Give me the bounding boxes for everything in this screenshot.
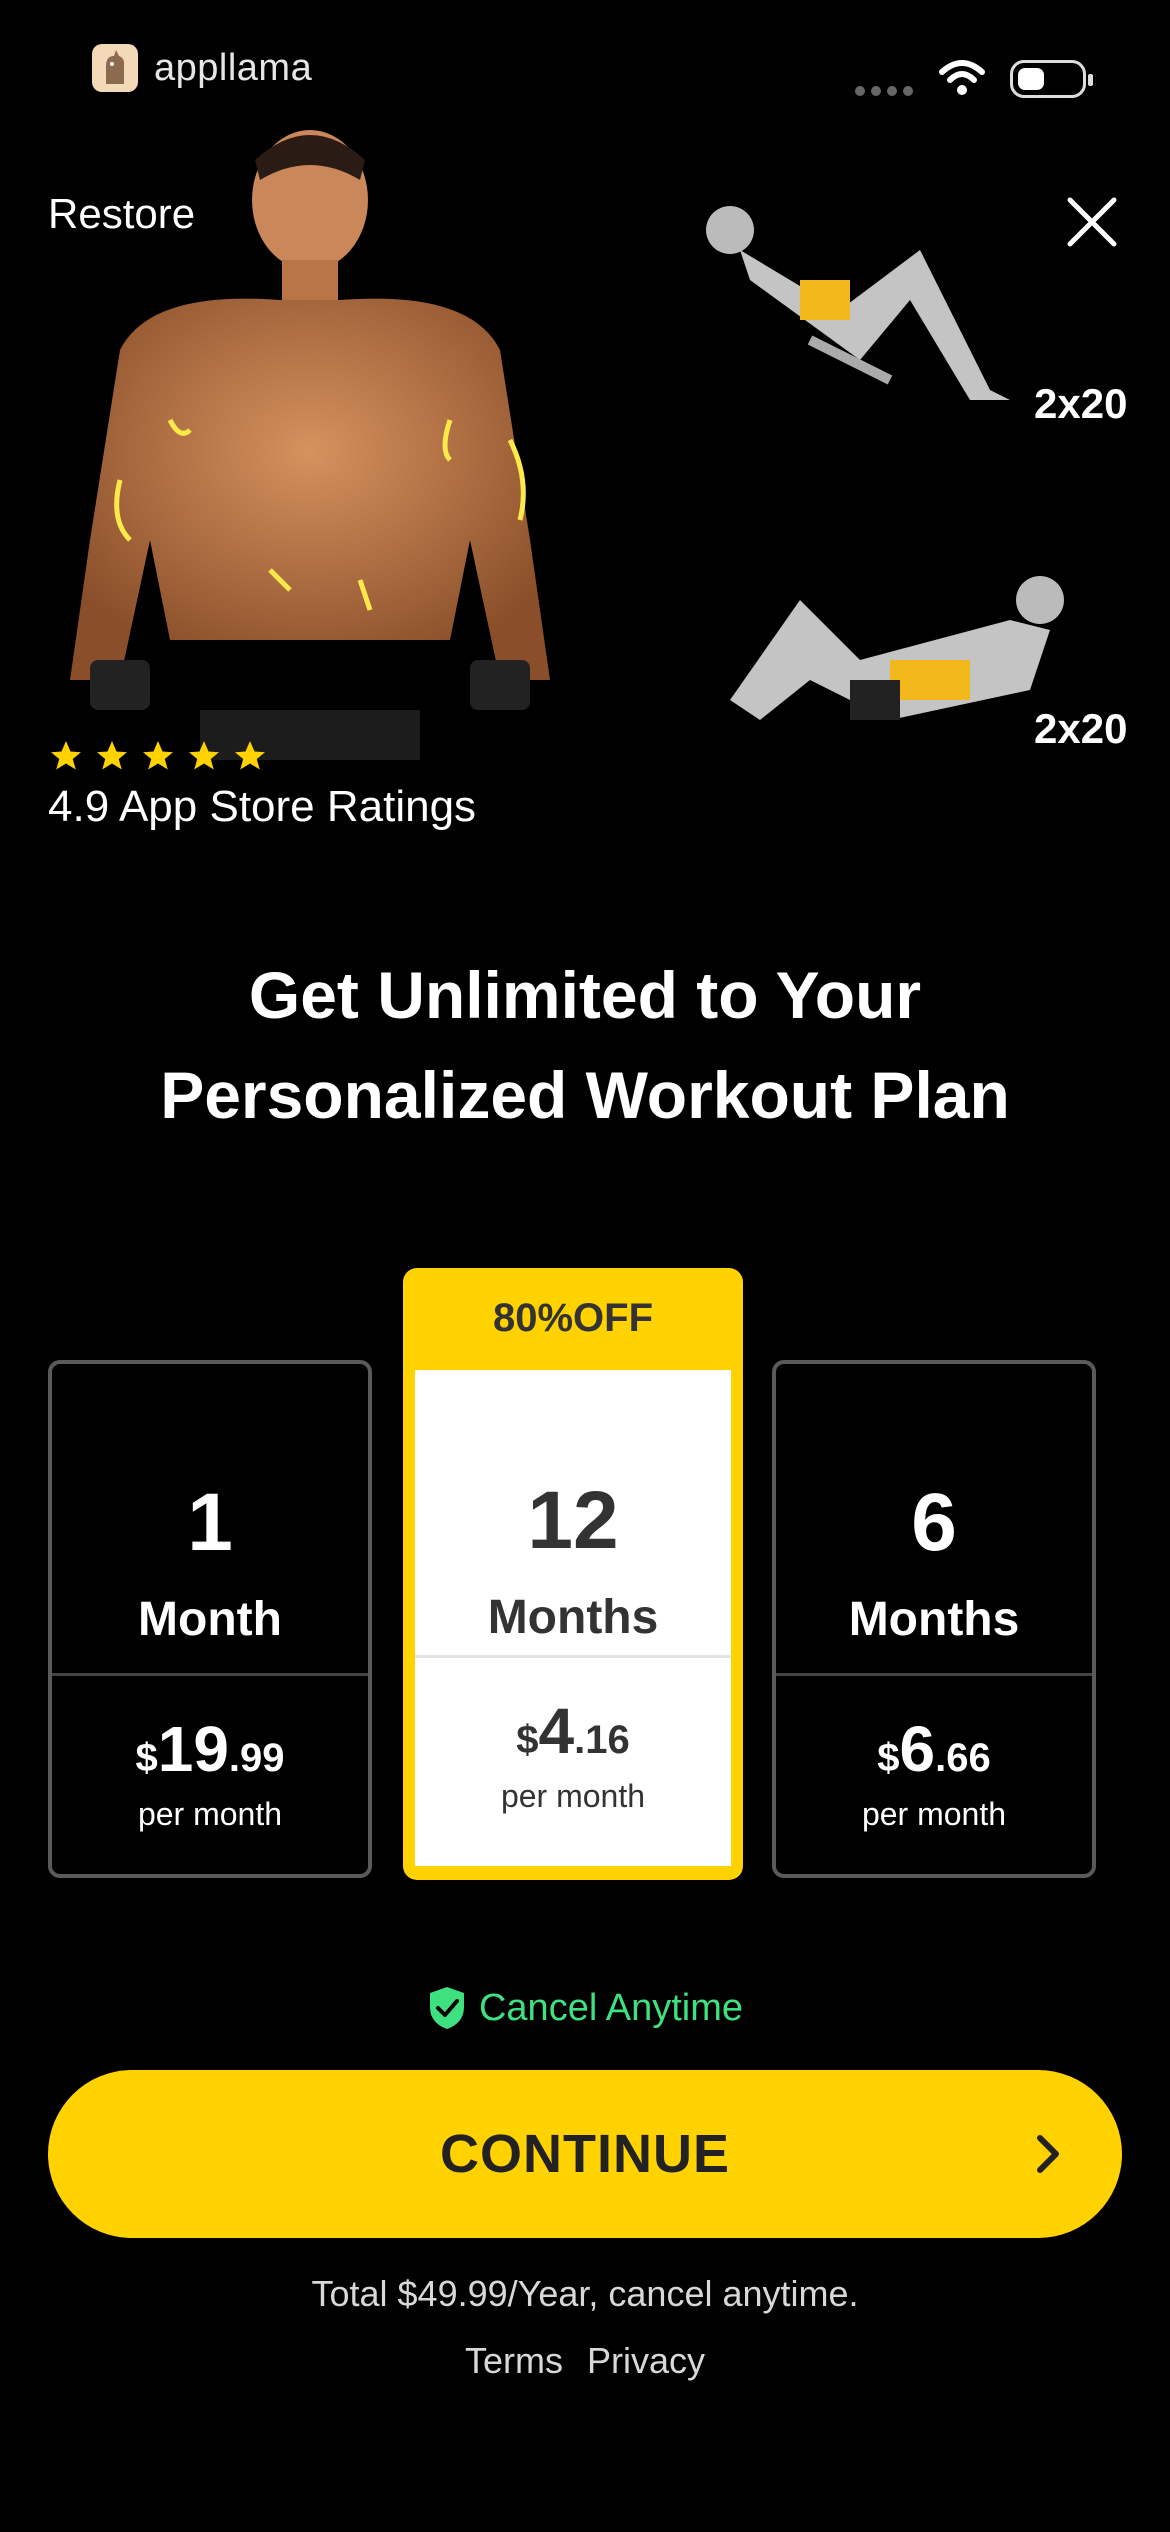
brand: appllama <box>92 44 312 92</box>
price-cents: .99 <box>228 1736 285 1780</box>
price-main: 19 <box>157 1713 229 1785</box>
plan-duration: 12 <box>527 1475 619 1566</box>
price-main: 4 <box>538 1695 575 1767</box>
glute-bridge-exercise-image <box>706 206 1010 400</box>
price-main: 6 <box>899 1713 936 1785</box>
plan-per: per month <box>500 1778 646 1814</box>
price-cents: .16 <box>574 1718 630 1762</box>
plan-duration: 6 <box>911 1477 957 1568</box>
page-title: Get Unlimited to Your Personalized Worko… <box>0 945 1170 1145</box>
star-icon <box>235 741 265 770</box>
currency: $ <box>135 1736 158 1780</box>
price-cents: .66 <box>935 1736 991 1780</box>
plan-price: $4.16 <box>415 1694 731 1768</box>
exercise-reps-label: 2x20 <box>1034 705 1128 752</box>
plan-duration: 1 <box>187 1477 233 1568</box>
total-price-note: Total $49.99/Year, cancel anytime. <box>311 2273 859 2314</box>
plan-price: $19.99 <box>52 1712 368 1786</box>
plan-unit: Months <box>848 1593 1020 1646</box>
plan-per: per month <box>861 1796 1007 1832</box>
terms-link[interactable]: Terms <box>465 2340 563 2382</box>
continue-label: CONTINUE <box>440 2124 730 2184</box>
close-icon[interactable] <box>1062 192 1122 252</box>
plan-card-6-months[interactable]: 6 Months $6.66 per month <box>772 1360 1096 1878</box>
discount-badge: 80%OFF <box>492 1296 654 1340</box>
crunch-exercise-image <box>730 576 1064 720</box>
star-icon <box>97 741 127 770</box>
plan-price: $6.66 <box>776 1712 1092 1786</box>
currency: $ <box>516 1718 539 1762</box>
cancel-anytime-text: Cancel Anytime <box>478 1986 743 2029</box>
plan-unit: Month <box>138 1593 282 1646</box>
plan-card-12-months[interactable]: 80%OFF 12 Months $4.16 per month <box>403 1268 743 1880</box>
star-rating <box>48 738 268 774</box>
restore-button[interactable]: Restore <box>48 190 195 238</box>
star-icon <box>143 741 173 770</box>
currency: $ <box>877 1736 900 1780</box>
legal-links: Terms Privacy <box>0 2340 1170 2382</box>
star-icon <box>51 741 81 770</box>
star-icon <box>189 741 219 770</box>
cancel-anytime-note: Cancel Anytime <box>0 1985 1170 2031</box>
title-line-1: Get Unlimited to Your <box>248 958 922 1032</box>
battery-icon <box>1010 60 1093 98</box>
plan-card-1-month[interactable]: 1 Month $19.99 per month <box>48 1360 372 1878</box>
title-line-2: Personalized Workout Plan <box>160 1058 1010 1132</box>
shield-check-icon <box>429 1987 464 2029</box>
signal-icon <box>855 86 913 96</box>
chevron-right-icon <box>1037 2135 1059 2173</box>
plan-unit: Months <box>487 1591 659 1644</box>
appllama-logo-icon <box>92 44 138 92</box>
hero: Restore 2x20 2x20 4.9 App Store Ratings <box>0 110 1170 850</box>
continue-button[interactable]: CONTINUE <box>48 2070 1122 2238</box>
exercise-reps-label: 2x20 <box>1034 380 1128 427</box>
plan-per: per month <box>137 1796 283 1832</box>
privacy-link[interactable]: Privacy <box>587 2340 705 2382</box>
rating-text: 4.9 App Store Ratings <box>48 782 477 831</box>
wifi-icon <box>938 58 986 103</box>
brand-name: appllama <box>154 46 313 89</box>
